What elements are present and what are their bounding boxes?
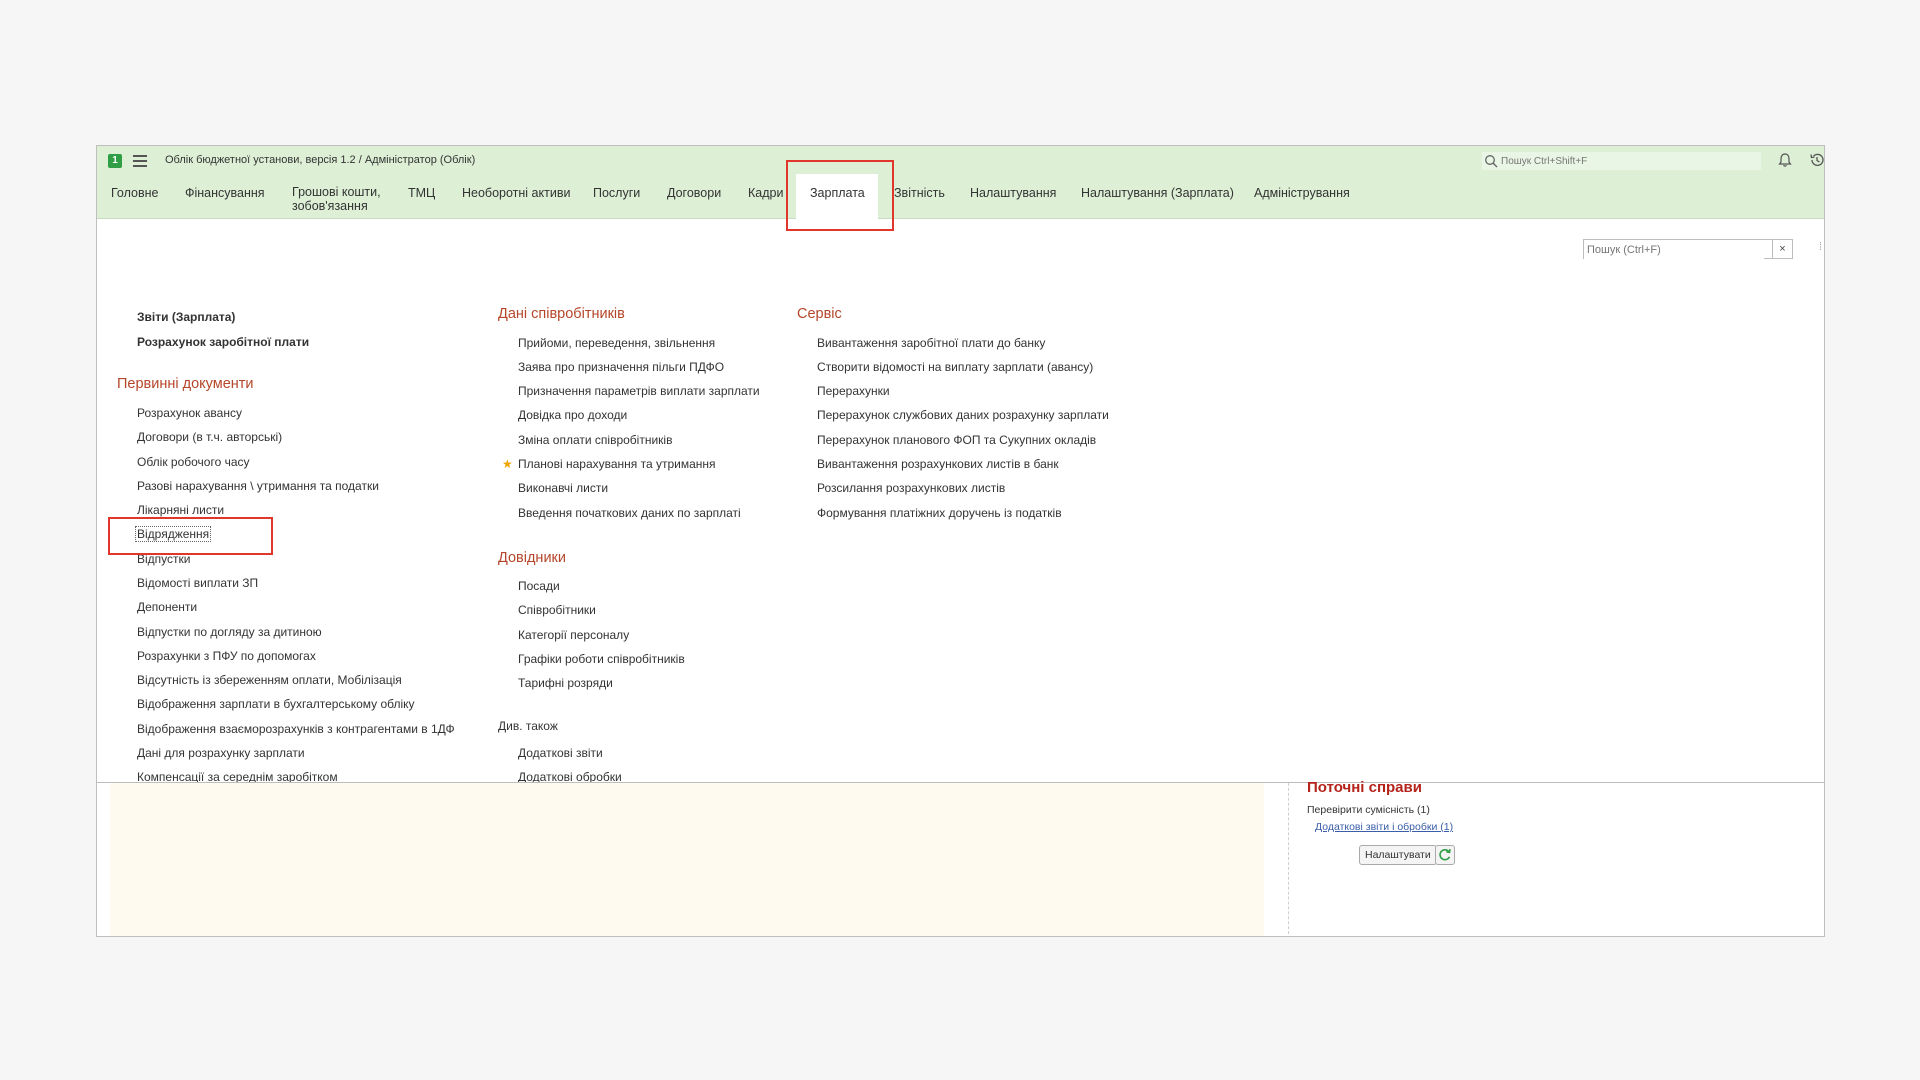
link-salary-data[interactable]: Дані для розрахунку зарплати [137, 746, 305, 760]
see-also-label: Див. також [498, 719, 558, 733]
link-contracts[interactable]: Договори (в т.ч. авторські) [137, 430, 282, 444]
link-settlements-1df[interactable]: Відображення взаєморозрахунків з контраг… [137, 722, 455, 736]
link-work-time[interactable]: Облік робочого часу [137, 455, 250, 469]
link-tax-benefit[interactable]: Заява про призначення пільги ПДФО [518, 360, 724, 374]
tab-salary[interactable]: Зарплата [796, 174, 878, 219]
link-tariff-grades[interactable]: Тарифні розряди [518, 676, 613, 690]
info-panel [110, 783, 1264, 936]
compatibility-check-item: Перевірити сумісність (1) [1307, 804, 1430, 816]
tab-reporting[interactable]: Звітність [894, 174, 945, 218]
link-one-time-accruals[interactable]: Разові нарахування \ утримання та податк… [137, 479, 379, 493]
tab-settings-salary[interactable]: Налаштування (Зарплата) [1081, 174, 1234, 218]
tab-settings[interactable]: Налаштування [970, 174, 1056, 218]
link-business-trips[interactable]: Відрядження [134, 526, 212, 542]
tab-fixed-assets[interactable]: Необоротні активи [462, 174, 570, 218]
link-planned-accruals[interactable]: Планові нарахування та утримання [518, 457, 716, 471]
link-initial-data[interactable]: Введення початкових даних по зарплаті [518, 506, 741, 520]
tab-contracts[interactable]: Договори [667, 174, 721, 218]
link-personnel-categories[interactable]: Категорії персоналу [518, 628, 629, 642]
link-tax-payment-orders[interactable]: Формування платіжних доручень із податкі… [817, 506, 1062, 520]
refresh-button[interactable] [1435, 845, 1455, 865]
current-tasks-title: Поточні справи [1307, 779, 1422, 796]
tab-hr[interactable]: Кадри [748, 174, 783, 218]
tab-tmc[interactable]: ТМЦ [408, 174, 435, 218]
link-work-schedules[interactable]: Графіки роботи співробітників [518, 652, 685, 666]
history-icon[interactable] [1809, 152, 1825, 168]
link-childcare-leave[interactable]: Відпустки по догляду за дитиною [137, 625, 322, 639]
app-logo-icon: 1 [108, 154, 122, 168]
group-title-primary-docs: Первинні документи [117, 376, 254, 392]
link-salary-calculation[interactable]: Розрахунок заробітної плати [137, 335, 309, 349]
additional-reports-task-link[interactable]: Додаткові звіти і обробки (1) [1315, 821, 1453, 833]
link-vacations[interactable]: Відпустки [137, 552, 190, 566]
panel-divider[interactable] [1288, 783, 1289, 936]
link-reports-salary[interactable]: Звіти (Зарплата) [137, 310, 235, 324]
main-menu-icon[interactable] [133, 155, 147, 167]
link-positions[interactable]: Посади [518, 579, 560, 593]
title-bar: 1 Облік бюджетної установи, версія 1.2 /… [97, 146, 1824, 174]
link-payslips-bank[interactable]: Вивантаження розрахункових листів в банк [817, 457, 1059, 471]
link-advance[interactable]: Розрахунок авансу [137, 406, 242, 420]
search-icon [1485, 155, 1498, 168]
favorite-star-icon[interactable]: ★ [502, 457, 513, 471]
tab-cash[interactable]: Грошові кошти, зобов'язання [292, 174, 381, 218]
link-writs[interactable]: Виконавчі листи [518, 481, 608, 495]
tab-services[interactable]: Послуги [593, 174, 640, 218]
link-sick-leaves[interactable]: Лікарняні листи [137, 503, 224, 517]
bottom-panel: Поточні справи Перевірити сумісність (1)… [97, 779, 1824, 936]
link-employees[interactable]: Співробітники [518, 603, 596, 617]
link-bank-export[interactable]: Вивантаження заробітної плати до банку [817, 336, 1045, 350]
group-title-employee-data: Дані співробітників [498, 306, 625, 322]
link-payment-params[interactable]: Призначення параметрів виплати зарплати [518, 384, 760, 398]
tab-financing[interactable]: Фінансування [185, 174, 265, 218]
link-pay-change[interactable]: Зміна оплати співробітників [518, 433, 672, 447]
global-search-input[interactable] [1501, 155, 1741, 167]
link-salary-accounting[interactable]: Відображення зарплати в бухгалтерському … [137, 697, 415, 711]
group-title-catalogs: Довідники [498, 550, 566, 566]
link-income-certificate[interactable]: Довідка про доходи [518, 408, 627, 422]
link-create-statements[interactable]: Створити відомості на виплату зарплати (… [817, 360, 1093, 374]
app-window: 1 Облік бюджетної установи, версія 1.2 /… [96, 145, 1825, 937]
global-search[interactable] [1482, 152, 1761, 170]
tab-administration[interactable]: Адміністрування [1254, 174, 1350, 218]
link-payslips-mailing[interactable]: Розсилання розрахункових листів [817, 481, 1005, 495]
link-payment-statements[interactable]: Відомості виплати ЗП [137, 576, 258, 590]
tab-main[interactable]: Головне [111, 174, 159, 218]
link-recalc-service-data[interactable]: Перерахунок службових даних розрахунку з… [817, 408, 1109, 422]
app-title: Облік бюджетної установи, версія 1.2 / А… [165, 154, 476, 166]
link-hiring-transfers[interactable]: Прийоми, переведення, звільнення [518, 336, 715, 350]
link-recalc-planned-fund[interactable]: Перерахунок планового ФОП та Сукупних ок… [817, 433, 1096, 447]
link-recalculations[interactable]: Перерахунки [817, 384, 890, 398]
link-deponents[interactable]: Депоненти [137, 600, 197, 614]
bell-icon[interactable] [1777, 152, 1793, 168]
link-pension-fund[interactable]: Розрахунки з ПФУ по допомогах [137, 649, 316, 663]
refresh-icon [1439, 849, 1451, 861]
link-paid-absence[interactable]: Відсутність із збереженням оплати, Мобіл… [137, 673, 402, 687]
group-title-service: Сервіс [797, 306, 842, 322]
tasks-settings-button[interactable]: Налаштувати [1359, 845, 1437, 865]
sections-bar: Головне Фінансування Грошові кошти, зобо… [97, 174, 1824, 219]
link-additional-reports[interactable]: Додаткові звіти [518, 746, 603, 760]
